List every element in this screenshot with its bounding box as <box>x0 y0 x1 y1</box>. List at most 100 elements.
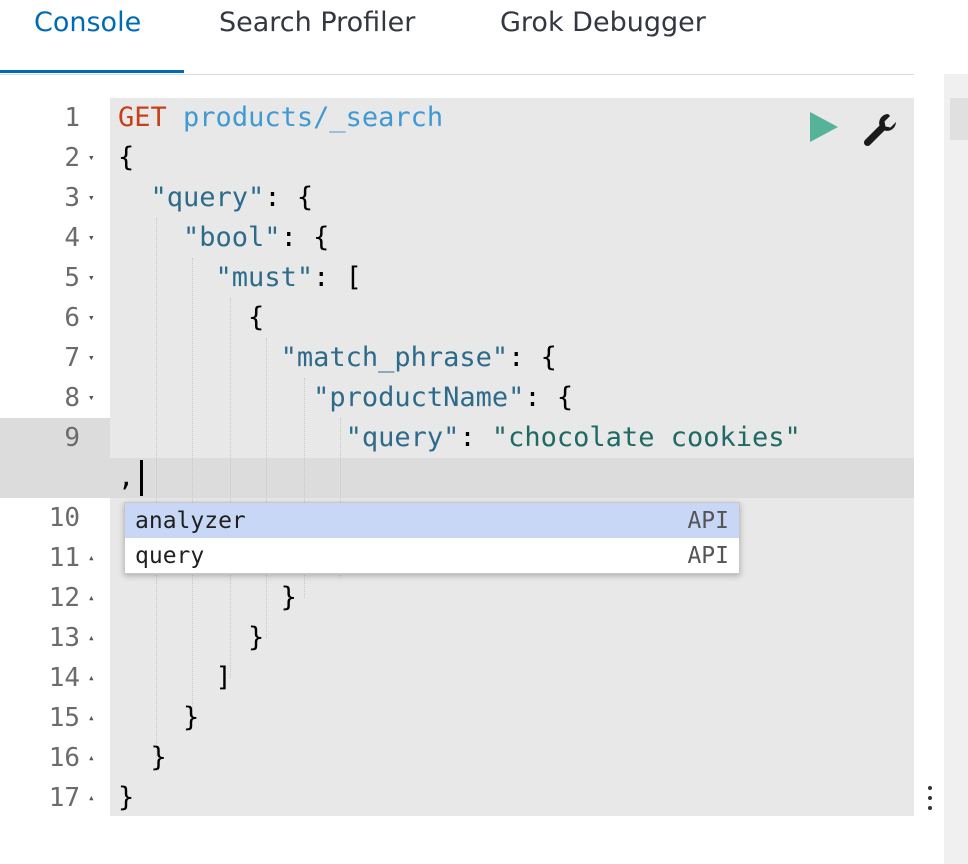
autocomplete-item-analyzer[interactable]: analyzer API <box>125 503 739 538</box>
line-number: 5 <box>64 263 80 293</box>
line-number: 1 <box>64 103 80 133</box>
autocomplete-item-label: query <box>135 543 205 569</box>
code-line-4[interactable]: "bool": { <box>118 218 329 258</box>
gutter-row: 12 ▴ <box>0 578 110 618</box>
code-line-16[interactable]: } <box>118 738 167 778</box>
line-number: 10 <box>48 503 80 533</box>
editor-right-rail <box>914 74 944 864</box>
code-text: : <box>459 422 492 453</box>
json-key: "query" <box>345 422 460 453</box>
fold-marker-icon[interactable]: ▾ <box>88 338 95 378</box>
code-line-9[interactable]: "query": "chocolate cookies" <box>118 418 801 458</box>
code-text: { <box>248 302 265 333</box>
fold-marker-icon[interactable]: ▾ <box>88 138 95 178</box>
code-line-3[interactable]: "query": { <box>118 178 314 218</box>
gutter-row: 2 ▾ <box>0 138 110 178</box>
code-line-12[interactable]: } <box>118 578 297 618</box>
code-line-9-wrap[interactable]: , <box>118 458 134 498</box>
wrench-icon[interactable] <box>860 110 900 150</box>
code-line-17[interactable]: } <box>118 778 134 818</box>
gutter-row: 15 ▴ <box>0 698 110 738</box>
code-text: : { <box>524 382 574 413</box>
line-number: 3 <box>64 183 80 213</box>
code-text: : [ <box>313 262 362 293</box>
active-tab-indicator <box>0 70 184 73</box>
fold-marker-icon[interactable]: ▴ <box>88 658 95 698</box>
fold-marker-icon[interactable]: ▴ <box>88 538 95 578</box>
line-number: 4 <box>64 223 80 253</box>
fold-marker-icon[interactable]: ▴ <box>88 578 95 618</box>
autocomplete-item-label: analyzer <box>135 508 246 534</box>
gutter-row: 3 ▾ <box>0 178 110 218</box>
fold-marker-icon[interactable]: ▴ <box>88 618 95 658</box>
fold-marker-icon[interactable]: ▾ <box>88 378 95 418</box>
tab-grok-debugger[interactable]: Grok Debugger <box>500 0 706 72</box>
code-text: } <box>248 622 265 653</box>
code-line-2[interactable]: { <box>118 138 134 178</box>
code-text: : { <box>264 182 314 213</box>
gutter-row: 13 ▴ <box>0 618 110 658</box>
gutter-row: 7 ▾ <box>0 338 110 378</box>
code-text: : { <box>280 222 330 253</box>
code-text: : { <box>508 342 557 373</box>
gutter-row: 14 ▴ <box>0 658 110 698</box>
autocomplete-item-meta: API <box>687 543 729 569</box>
line-number: 8 <box>64 383 80 413</box>
code-text: } <box>118 782 135 813</box>
line-number: 15 <box>48 703 80 733</box>
code-text: } <box>150 742 167 773</box>
play-icon[interactable] <box>806 110 842 144</box>
code-line-14[interactable]: ] <box>118 658 232 698</box>
json-string-value: "chocolate cookies" <box>491 422 801 453</box>
line-number: 2 <box>64 143 80 173</box>
autocomplete-item-meta: API <box>687 508 729 534</box>
tab-console[interactable]: Console <box>34 0 141 72</box>
json-key: "productName" <box>313 382 525 413</box>
fold-marker-icon[interactable]: ▾ <box>88 298 95 338</box>
text-cursor <box>140 460 143 496</box>
fold-marker-icon[interactable]: ▾ <box>88 178 95 218</box>
code-line-5[interactable]: "must": [ <box>118 258 362 298</box>
fold-marker-icon[interactable]: ▴ <box>88 738 95 778</box>
line-number: 6 <box>64 303 80 333</box>
request-path: products/_search <box>183 102 444 133</box>
gutter-row: 1 <box>0 98 110 138</box>
line-number: 12 <box>48 583 80 613</box>
gutter-row: 8 ▾ <box>0 378 110 418</box>
line-number: 13 <box>48 623 80 653</box>
tab-search-profiler[interactable]: Search Profiler <box>219 0 415 72</box>
code-line-13[interactable]: } <box>118 618 264 658</box>
code-line-15[interactable]: } <box>118 698 199 738</box>
fold-marker-icon[interactable]: ▴ <box>88 778 95 818</box>
json-key: "query" <box>150 182 265 213</box>
code-text: ] <box>215 662 232 693</box>
code-text: { <box>118 142 135 173</box>
json-key: "bool" <box>183 222 281 253</box>
json-key: "match_phrase" <box>280 342 509 373</box>
gutter-row: 5 ▾ <box>0 258 110 298</box>
fold-marker-icon[interactable]: ▴ <box>88 698 95 738</box>
fold-marker-icon[interactable]: ▾ <box>88 218 95 258</box>
fold-marker-icon[interactable]: ▾ <box>88 258 95 298</box>
line-number: 11 <box>48 543 80 573</box>
gutter-row: 11 ▴ <box>0 538 110 578</box>
line-number: 14 <box>48 663 80 693</box>
scrollbar-thumb[interactable] <box>950 98 968 140</box>
code-line-1[interactable]: GET products/_search <box>118 98 443 138</box>
line-number: 7 <box>64 343 80 373</box>
code-line-8[interactable]: "productName": { <box>118 378 573 418</box>
gutter-row: 4 ▾ <box>0 218 110 258</box>
code-text: } <box>280 582 297 613</box>
gutter-row: 10 <box>0 498 110 538</box>
active-line-highlight <box>0 458 914 498</box>
vertical-dots-icon[interactable] <box>922 778 938 818</box>
autocomplete-item-query[interactable]: query API <box>125 538 739 573</box>
code-line-7[interactable]: "match_phrase": { <box>118 338 557 378</box>
gutter-row: 9 <box>0 418 110 458</box>
line-number: 16 <box>48 743 80 773</box>
code-line-6[interactable]: { <box>118 298 264 338</box>
line-number: 17 <box>48 783 80 813</box>
line-number: 9 <box>64 423 80 453</box>
vertical-scrollbar[interactable] <box>944 74 968 864</box>
tab-bar: Console Search Profiler Grok Debugger <box>0 0 950 75</box>
